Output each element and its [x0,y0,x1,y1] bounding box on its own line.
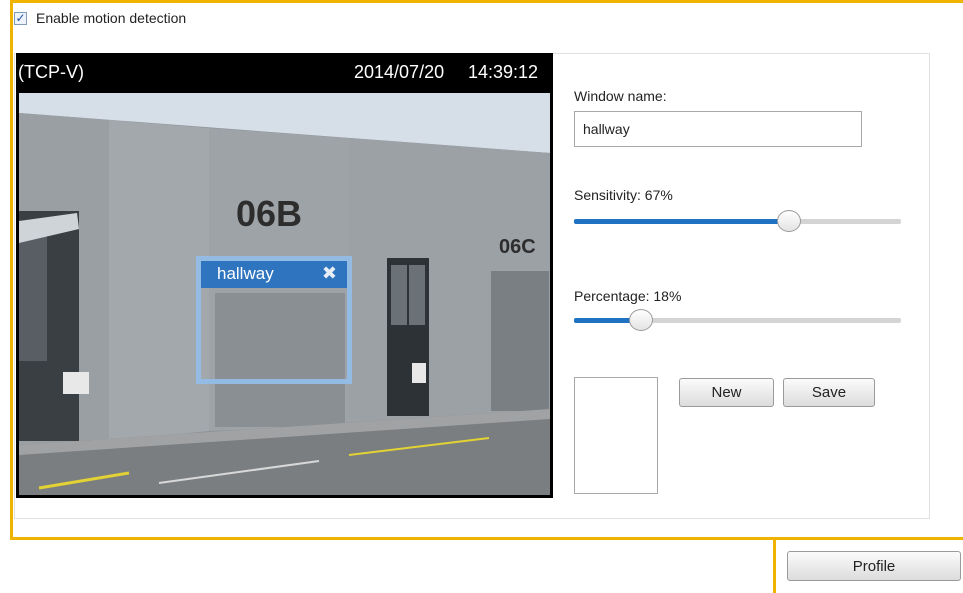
orange-frame-left [10,0,13,539]
percentage-slider[interactable] [574,309,901,333]
percentage-label: Percentage: 18% [574,288,682,304]
save-button[interactable]: Save [783,378,875,407]
motion-window-name: hallway [217,264,274,283]
enable-motion-row[interactable]: ✓ Enable motion detection [14,8,186,28]
sensitivity-label: Sensitivity: 67% [574,187,673,203]
window-name-label: Window name: [574,88,667,104]
sensitivity-slider[interactable] [574,210,901,234]
sensitivity-slider-handle[interactable] [777,210,801,232]
enable-motion-label: Enable motion detection [36,10,187,26]
profile-button[interactable]: Profile [787,551,961,581]
orange-frame-bottom [10,537,963,540]
video-time: 14:39:12 [468,62,539,82]
motion-window-titlebar[interactable]: hallway ✖ [201,261,347,288]
motion-window-list[interactable] [574,377,658,494]
orange-frame-profile-left [773,540,776,593]
window-name-input[interactable] [574,111,862,147]
enable-motion-checkbox[interactable]: ✓ [14,11,27,25]
orange-frame-top [10,0,963,3]
close-icon[interactable]: ✖ [322,263,337,284]
sensitivity-fill [574,219,789,224]
video-caption-bar: (TCP-V) 2014/07/20 14:39:12 [16,53,553,93]
checkmark-icon: ✓ [15,11,26,25]
motion-window[interactable]: hallway ✖ [196,256,352,384]
building-sign-06b: 06B [236,193,302,234]
building-sign-06c: 06C [499,236,536,258]
video-date: 2014/07/20 [354,62,445,82]
stream-source: (TCP-V) [18,62,84,82]
new-button[interactable]: New [679,378,774,407]
percentage-slider-handle[interactable] [628,309,653,331]
